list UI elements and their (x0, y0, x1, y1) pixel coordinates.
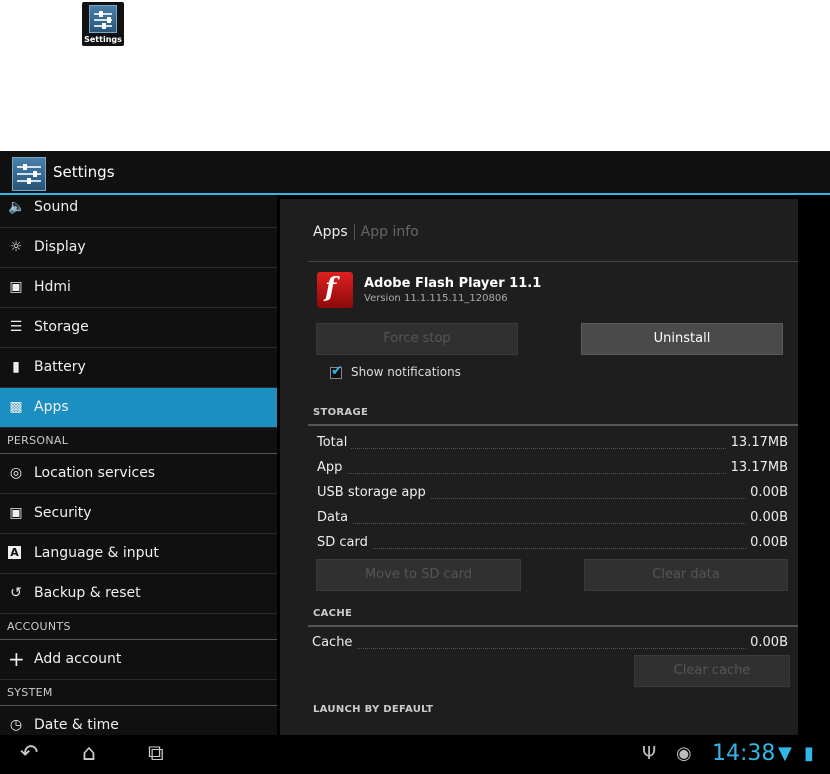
app-name: Adobe Flash Player 11.1 (364, 276, 542, 291)
row-value: 0.00B (746, 485, 788, 500)
sidebar-item-display[interactable]: ☼ Display (0, 228, 277, 268)
breadcrumb-app-info: App info (360, 224, 419, 240)
sidebar-item-security[interactable]: ▣ Security (0, 494, 277, 534)
sidebar-item-label: Apps (34, 399, 69, 415)
usb-icon: Ψ (642, 743, 657, 764)
sidebar-item-label: Display (34, 239, 86, 255)
sidebar-item-battery[interactable]: ▮ Battery (0, 348, 277, 388)
sidebar-item-label: Language & input (34, 545, 159, 561)
storage-row-data: Data 0.00B (317, 510, 788, 530)
battery-icon: ▮ (12, 359, 20, 375)
sidebar-item-apps[interactable]: ▩ Apps (0, 388, 277, 428)
row-label: USB storage app (317, 485, 430, 500)
sidebar-item-backup[interactable]: ↺ Backup & reset (0, 574, 277, 614)
sidebar-item-storage[interactable]: ☰ Storage (0, 308, 277, 348)
row-value: 13.17MB (726, 460, 788, 475)
show-notifications-label: Show notifications (351, 365, 461, 379)
section-header-system: SYSTEM (0, 680, 277, 706)
section-header-accounts: ACCOUNTS (0, 614, 277, 640)
keyboard-icon: A (8, 546, 21, 559)
row-label: Cache (312, 635, 357, 650)
location-icon: ◎ (9, 465, 23, 481)
sidebar-item-location[interactable]: ◎ Location services (0, 454, 277, 494)
section-header-label: ACCOUNTS (7, 620, 71, 633)
sidebar-item-label: Date & time (34, 717, 119, 733)
storage-row-total: Total 13.17MB (317, 435, 788, 455)
row-label: Data (317, 510, 353, 525)
plus-icon: + (8, 647, 25, 671)
uninstall-button[interactable]: Uninstall (581, 323, 783, 355)
back-icon[interactable]: ↶ (20, 741, 38, 766)
divider (308, 261, 798, 262)
cache-header: CACHE (313, 608, 353, 619)
force-stop-button[interactable]: Force stop (316, 323, 518, 355)
device-screen: Settings 🔈 Sound ☼ Display ▣ Hdmi ☰ Stor… (0, 151, 830, 774)
sidebar-item-label: Sound (34, 199, 79, 215)
battery-status-icon: ▮ (804, 743, 814, 764)
wifi-icon: ▼ (778, 743, 792, 764)
action-bar: Settings (0, 151, 830, 195)
section-header-label: PERSONAL (7, 434, 69, 447)
cache-row: Cache 0.00B (312, 635, 788, 655)
android-debug-icon: ◉ (676, 743, 692, 764)
sidebar-item-label: Backup & reset (34, 585, 141, 601)
recent-apps-icon[interactable]: ⧉ (148, 741, 164, 766)
sidebar-item-hdmi[interactable]: ▣ Hdmi (0, 268, 277, 308)
sidebar-item-label: Storage (34, 319, 89, 335)
action-bar-title: Settings (53, 163, 115, 181)
row-value: 0.00B (746, 510, 788, 525)
storage-row-usb: USB storage app 0.00B (317, 485, 788, 505)
section-header-personal: PERSONAL (0, 428, 277, 454)
row-label: Total (317, 435, 352, 450)
move-to-sd-button[interactable]: Move to SD card (316, 559, 521, 591)
breadcrumb: Apps App info (313, 224, 419, 240)
sidebar-item-label: Battery (34, 359, 86, 375)
launch-by-default-header: LAUNCH BY DEFAULT (313, 704, 434, 715)
storage-header: STORAGE (313, 407, 369, 418)
lock-icon: ▣ (9, 505, 23, 521)
clear-data-button[interactable]: Clear data (584, 559, 788, 591)
system-bar: ↶ ⌂ ⧉ Ψ ◉ 14:38 ▼ ▮ (0, 735, 830, 774)
sidebar-item-label: Hdmi (34, 279, 71, 295)
sidebar-item-sound[interactable]: 🔈 Sound (0, 195, 277, 228)
sidebar-item-label: Location services (34, 465, 156, 481)
storage-row-app: App 13.17MB (317, 460, 788, 480)
status-clock: 14:38 (712, 741, 776, 766)
row-value: 13.17MB (726, 435, 788, 450)
row-label: SD card (317, 535, 372, 550)
storage-icon: ☰ (9, 319, 23, 335)
flash-player-icon: f (317, 272, 353, 308)
launcher-label: Settings (84, 35, 122, 44)
sidebar-item-date-time[interactable]: ◷ Date & time (0, 706, 277, 735)
storage-row-sd-card: SD card 0.00B (317, 535, 788, 555)
app-version: Version 11.1.115.11_120806 (364, 293, 508, 304)
apps-icon: ▩ (9, 399, 23, 415)
settings-icon[interactable] (12, 157, 46, 191)
home-icon[interactable]: ⌂ (82, 741, 96, 766)
storage-divider (308, 424, 798, 426)
settings-sliders-icon (89, 5, 117, 33)
settings-sidebar: 🔈 Sound ☼ Display ▣ Hdmi ☰ Storage ▮ Bat… (0, 195, 277, 735)
settings-launcher-icon[interactable]: Settings (82, 2, 124, 46)
clear-cache-button[interactable]: Clear cache (634, 655, 790, 687)
breadcrumb-apps[interactable]: Apps (313, 224, 348, 240)
sidebar-item-label: Add account (34, 651, 122, 667)
hdmi-icon: ▣ (9, 279, 23, 295)
backup-icon: ↺ (10, 585, 22, 601)
sidebar-item-language[interactable]: A Language & input (0, 534, 277, 574)
section-header-label: SYSTEM (7, 686, 53, 699)
app-info-pane: Apps App info f Adobe Flash Player 11.1 V… (280, 199, 798, 739)
brightness-icon: ☼ (9, 239, 23, 255)
clock-icon: ◷ (9, 717, 23, 733)
sidebar-item-add-account[interactable]: + Add account (0, 640, 277, 680)
row-label: App (317, 460, 347, 475)
cache-divider (308, 625, 798, 627)
row-value: 0.00B (746, 535, 788, 550)
sidebar-item-label: Security (34, 505, 92, 521)
show-notifications-checkbox[interactable] (330, 363, 343, 379)
speaker-icon: 🔈 (8, 199, 26, 215)
row-value: 0.00B (746, 635, 788, 650)
